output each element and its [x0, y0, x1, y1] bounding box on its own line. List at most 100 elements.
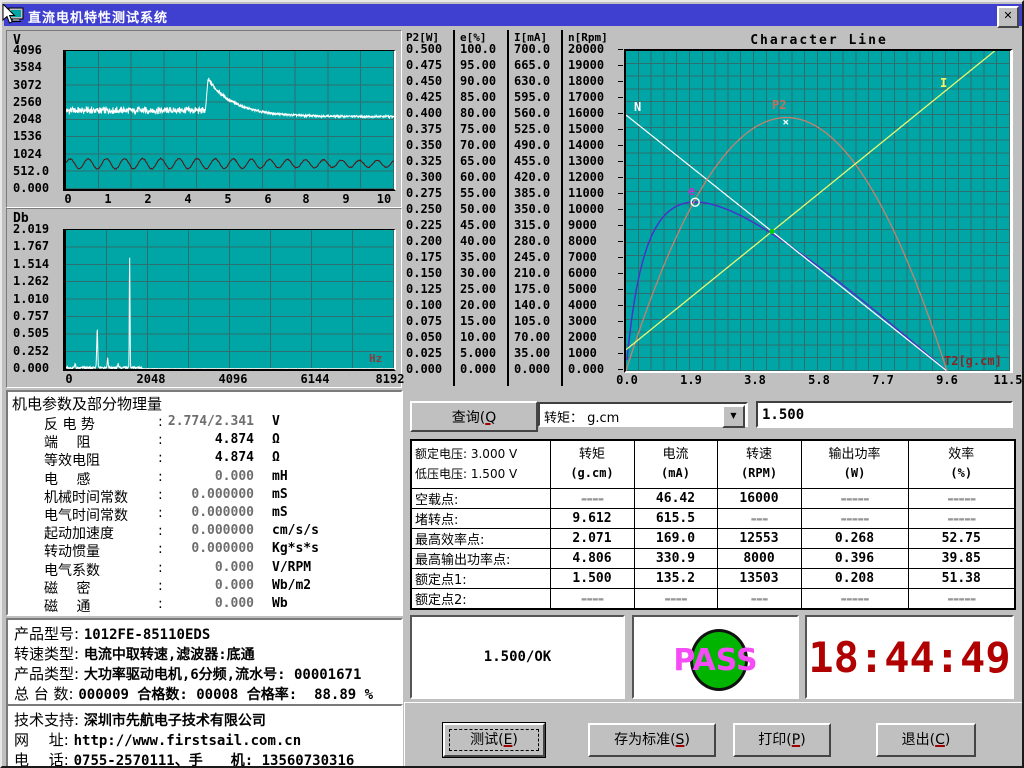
action-button-e[interactable]: 测试(E) — [443, 723, 545, 757]
scale-value: 15000 — [568, 122, 604, 136]
scale-value: 100.0 — [460, 42, 496, 56]
result-cell: 169.0 — [634, 528, 717, 548]
scale-value: 35.00 — [460, 250, 496, 264]
scale-columns: P2[W]0.5000.4750.4500.4250.4000.3750.350… — [402, 30, 615, 387]
character-chart-plot: ×NIP2eT2[g.cm] — [624, 49, 1013, 373]
test-result-text: 1.500/OK — [412, 649, 623, 665]
result-cell: 39.85 — [908, 548, 1015, 568]
x-tick-label: 3.8 — [744, 373, 766, 387]
scale-value: 7000 — [568, 250, 597, 264]
query-button[interactable]: 查询(Q — [410, 401, 538, 432]
voltage-scope-panel: V 4096358430722560204815361024512.00.000… — [6, 30, 402, 208]
y-tick-label: 4096 — [13, 43, 42, 57]
scale-value: 3000 — [568, 314, 597, 328]
x-tick-label: 4 — [184, 192, 191, 206]
scale-column: I[mA]700.0665.0630.0595.0560.0525.0490.0… — [512, 30, 564, 387]
product-line-label: 总 台 数: — [14, 685, 78, 703]
scale-column: n[Rpm]2000019000180001700016000150001400… — [566, 30, 618, 387]
y-tick-label: 2048 — [13, 112, 42, 126]
param-value: 0.000000 — [128, 487, 254, 502]
scale-value: 210.0 — [514, 266, 550, 280]
scale-value: 6000 — [568, 266, 597, 280]
result-row-label: 额定点2: — [411, 588, 550, 609]
scale-value: 16000 — [568, 106, 604, 120]
y-tick-label: 2560 — [13, 95, 42, 109]
result-cell: 615.5 — [634, 508, 717, 528]
result-cell: 12553 — [717, 528, 801, 548]
x-tick-label: 6144 — [301, 372, 330, 386]
y-tick-label: 512.0 — [13, 164, 49, 178]
scale-value: 1000 — [568, 346, 597, 360]
spectrum-plot — [63, 229, 396, 371]
close-button[interactable]: ✕ — [997, 6, 1019, 28]
support-line: 电 话: 0755-2570111、手 机: 13560730316 — [14, 749, 354, 768]
result-cell: 46.42 — [634, 488, 717, 508]
scale-value: 14000 — [568, 138, 604, 152]
scale-column: e[%]100.095.0090.0085.0080.0075.0070.006… — [458, 30, 510, 387]
y-tick-label: 1536 — [13, 129, 42, 143]
x-tick-label: 10 — [377, 192, 391, 206]
param-label: 等效电阻 — [44, 450, 100, 470]
scale-value: 0.475 — [406, 58, 442, 72]
current-ripple-trace — [66, 158, 394, 169]
x-tick-label: 6 — [264, 192, 271, 206]
scale-value: 17000 — [568, 90, 604, 104]
action-button-c[interactable]: 退出(C) — [876, 723, 976, 757]
table-row: 最高输出功率点:4.806330.980000.39639.85 — [411, 548, 1015, 568]
param-row: 磁 密:0.000Wb/m2 — [8, 578, 401, 596]
current-curve — [626, 51, 995, 350]
param-value: 2.774/2.341 — [128, 414, 254, 429]
x-tick-label: 1.9 — [680, 373, 702, 387]
x-tick-label: 9.6 — [936, 373, 958, 387]
table-column-header: 转矩(g.cm) — [550, 440, 634, 488]
query-value-input[interactable] — [756, 401, 1013, 428]
param-value: 0.000000 — [128, 541, 254, 556]
scale-separator — [507, 30, 509, 386]
scale-value: 0.250 — [406, 202, 442, 216]
pass-text: PASS — [634, 643, 797, 678]
scale-value: 90.00 — [460, 74, 496, 88]
param-value: 0.000000 — [128, 523, 254, 538]
scale-value: 25.00 — [460, 282, 496, 296]
character-chart-title: Character Line — [616, 33, 1022, 48]
dropdown-arrow-icon[interactable]: ▼ — [722, 405, 745, 428]
y-tick-label: 3072 — [13, 78, 42, 92]
table-row: 额定点1:1.500135.2135030.20851.38 — [411, 568, 1015, 588]
support-line-value: http://www.firstsail.com.cn — [74, 733, 302, 749]
scale-value: 45.00 — [460, 218, 496, 232]
scale-value: 65.00 — [460, 154, 496, 168]
scale-value: 5000 — [568, 282, 597, 296]
result-cell: ----- — [801, 488, 908, 508]
param-label: 磁 通 — [44, 596, 90, 616]
torque-unit-combobox[interactable]: 转矩： g.cm ▼ — [538, 402, 748, 427]
result-row-label: 堵转点: — [411, 508, 550, 528]
action-button-s[interactable]: 存为标准(S) — [588, 723, 716, 757]
scale-value: 60.00 — [460, 170, 496, 184]
result-cell: 0.396 — [801, 548, 908, 568]
scale-value: 19000 — [568, 58, 604, 72]
combobox-value: 转矩： g.cm — [544, 407, 619, 426]
scale-value: 630.0 — [514, 74, 550, 88]
product-line: 产品类型: 大功率驱动电机,6分频,流水号: 00001671 — [14, 663, 361, 684]
query-button-label: 查询(Q — [412, 403, 536, 430]
scale-value: 0.125 — [406, 282, 442, 296]
scale-value: 0.200 — [406, 234, 442, 248]
title-bar[interactable]: 直流电机特性测试系统 ✕ — [4, 4, 1022, 26]
y-tick-label: 0.252 — [13, 344, 49, 358]
param-label: 电气系数 — [44, 560, 100, 580]
support-line-value: 深圳市先航电子技术有限公司 — [84, 713, 266, 729]
scale-column: P2[W]0.5000.4750.4500.4250.4000.3750.350… — [404, 30, 456, 387]
param-unit: Ω — [272, 432, 280, 447]
support-line-value: 0755-2570111、手 机: 13560730316 — [74, 753, 355, 768]
result-cell: ----- — [801, 588, 908, 609]
scale-value: 9000 — [568, 218, 597, 232]
scale-value: 8000 — [568, 234, 597, 248]
x-tick-label: 2 — [144, 192, 151, 206]
scale-value: 0.075 — [406, 314, 442, 328]
p2-curve-label: P2 — [772, 98, 786, 112]
x-tick-label: 8192 — [376, 372, 405, 386]
voltage-spec-line: 额定电压: 3.000 V — [412, 444, 550, 464]
action-button-p[interactable]: 打印(P) — [733, 723, 831, 757]
button-label: 退出(C) — [878, 725, 974, 755]
table-row: 堵转点:9.612615.5------------- — [411, 508, 1015, 528]
